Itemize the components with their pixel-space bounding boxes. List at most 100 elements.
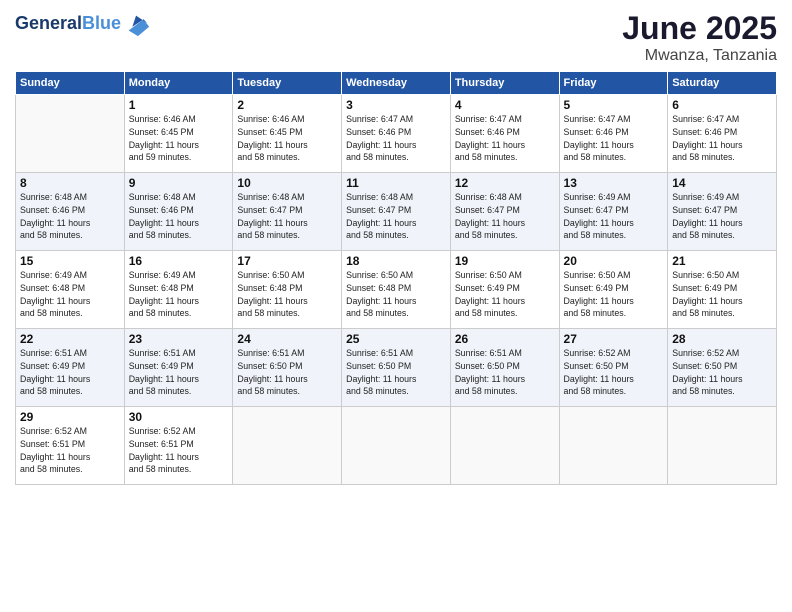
logo-text: GeneralBlue bbox=[15, 14, 121, 34]
table-row: 25 Sunrise: 6:51 AM Sunset: 6:50 PM Dayl… bbox=[342, 329, 451, 407]
day-info: Sunrise: 6:46 AM Sunset: 6:45 PM Dayligh… bbox=[129, 113, 229, 164]
table-row: 28 Sunrise: 6:52 AM Sunset: 6:50 PM Dayl… bbox=[668, 329, 777, 407]
day-number: 9 bbox=[129, 176, 229, 190]
table-row: 4 Sunrise: 6:47 AM Sunset: 6:46 PM Dayli… bbox=[450, 95, 559, 173]
table-row: 18 Sunrise: 6:50 AM Sunset: 6:48 PM Dayl… bbox=[342, 251, 451, 329]
calendar-week-row: 22 Sunrise: 6:51 AM Sunset: 6:49 PM Dayl… bbox=[16, 329, 777, 407]
table-row: 5 Sunrise: 6:47 AM Sunset: 6:46 PM Dayli… bbox=[559, 95, 668, 173]
day-info: Sunrise: 6:47 AM Sunset: 6:46 PM Dayligh… bbox=[346, 113, 446, 164]
table-row: 26 Sunrise: 6:51 AM Sunset: 6:50 PM Dayl… bbox=[450, 329, 559, 407]
table-row bbox=[342, 407, 451, 485]
day-number: 4 bbox=[455, 98, 555, 112]
day-info: Sunrise: 6:50 AM Sunset: 6:48 PM Dayligh… bbox=[237, 269, 337, 320]
table-row: 3 Sunrise: 6:47 AM Sunset: 6:46 PM Dayli… bbox=[342, 95, 451, 173]
table-row: 27 Sunrise: 6:52 AM Sunset: 6:50 PM Dayl… bbox=[559, 329, 668, 407]
col-sunday: Sunday bbox=[16, 72, 125, 95]
table-row: 20 Sunrise: 6:50 AM Sunset: 6:49 PM Dayl… bbox=[559, 251, 668, 329]
table-row bbox=[668, 407, 777, 485]
day-number: 25 bbox=[346, 332, 446, 346]
table-row bbox=[233, 407, 342, 485]
day-number: 5 bbox=[564, 98, 664, 112]
day-info: Sunrise: 6:49 AM Sunset: 6:48 PM Dayligh… bbox=[20, 269, 120, 320]
calendar-table: Sunday Monday Tuesday Wednesday Thursday… bbox=[15, 71, 777, 485]
table-row: 23 Sunrise: 6:51 AM Sunset: 6:49 PM Dayl… bbox=[124, 329, 233, 407]
table-row: 24 Sunrise: 6:51 AM Sunset: 6:50 PM Dayl… bbox=[233, 329, 342, 407]
day-info: Sunrise: 6:50 AM Sunset: 6:49 PM Dayligh… bbox=[672, 269, 772, 320]
col-friday: Friday bbox=[559, 72, 668, 95]
calendar-header-row: Sunday Monday Tuesday Wednesday Thursday… bbox=[16, 72, 777, 95]
day-info: Sunrise: 6:50 AM Sunset: 6:48 PM Dayligh… bbox=[346, 269, 446, 320]
day-info: Sunrise: 6:47 AM Sunset: 6:46 PM Dayligh… bbox=[455, 113, 555, 164]
table-row: 8 Sunrise: 6:48 AM Sunset: 6:46 PM Dayli… bbox=[16, 173, 125, 251]
day-number: 28 bbox=[672, 332, 772, 346]
table-row: 14 Sunrise: 6:49 AM Sunset: 6:47 PM Dayl… bbox=[668, 173, 777, 251]
day-info: Sunrise: 6:48 AM Sunset: 6:47 PM Dayligh… bbox=[237, 191, 337, 242]
col-saturday: Saturday bbox=[668, 72, 777, 95]
day-number: 10 bbox=[237, 176, 337, 190]
col-tuesday: Tuesday bbox=[233, 72, 342, 95]
col-thursday: Thursday bbox=[450, 72, 559, 95]
day-number: 17 bbox=[237, 254, 337, 268]
table-row bbox=[450, 407, 559, 485]
header: GeneralBlue June 2025 Mwanza, Tanzania bbox=[15, 10, 777, 65]
table-row: 30 Sunrise: 6:52 AM Sunset: 6:51 PM Dayl… bbox=[124, 407, 233, 485]
table-row: 6 Sunrise: 6:47 AM Sunset: 6:46 PM Dayli… bbox=[668, 95, 777, 173]
calendar-subtitle: Mwanza, Tanzania bbox=[622, 47, 777, 65]
table-row: 11 Sunrise: 6:48 AM Sunset: 6:47 PM Dayl… bbox=[342, 173, 451, 251]
col-wednesday: Wednesday bbox=[342, 72, 451, 95]
day-number: 23 bbox=[129, 332, 229, 346]
calendar-week-row: 8 Sunrise: 6:48 AM Sunset: 6:46 PM Dayli… bbox=[16, 173, 777, 251]
day-number: 12 bbox=[455, 176, 555, 190]
day-info: Sunrise: 6:51 AM Sunset: 6:49 PM Dayligh… bbox=[129, 347, 229, 398]
day-number: 3 bbox=[346, 98, 446, 112]
table-row: 1 Sunrise: 6:46 AM Sunset: 6:45 PM Dayli… bbox=[124, 95, 233, 173]
day-info: Sunrise: 6:52 AM Sunset: 6:50 PM Dayligh… bbox=[564, 347, 664, 398]
day-number: 29 bbox=[20, 410, 120, 424]
table-row: 29 Sunrise: 6:52 AM Sunset: 6:51 PM Dayl… bbox=[16, 407, 125, 485]
day-number: 21 bbox=[672, 254, 772, 268]
day-info: Sunrise: 6:48 AM Sunset: 6:46 PM Dayligh… bbox=[20, 191, 120, 242]
day-number: 24 bbox=[237, 332, 337, 346]
day-number: 15 bbox=[20, 254, 120, 268]
table-row: 16 Sunrise: 6:49 AM Sunset: 6:48 PM Dayl… bbox=[124, 251, 233, 329]
day-number: 8 bbox=[20, 176, 120, 190]
page: GeneralBlue June 2025 Mwanza, Tanzania S… bbox=[0, 0, 792, 612]
day-info: Sunrise: 6:49 AM Sunset: 6:47 PM Dayligh… bbox=[672, 191, 772, 242]
calendar-week-row: 15 Sunrise: 6:49 AM Sunset: 6:48 PM Dayl… bbox=[16, 251, 777, 329]
day-number: 14 bbox=[672, 176, 772, 190]
table-row: 12 Sunrise: 6:48 AM Sunset: 6:47 PM Dayl… bbox=[450, 173, 559, 251]
table-row: 19 Sunrise: 6:50 AM Sunset: 6:49 PM Dayl… bbox=[450, 251, 559, 329]
calendar-week-row: 1 Sunrise: 6:46 AM Sunset: 6:45 PM Dayli… bbox=[16, 95, 777, 173]
day-number: 2 bbox=[237, 98, 337, 112]
table-row: 17 Sunrise: 6:50 AM Sunset: 6:48 PM Dayl… bbox=[233, 251, 342, 329]
day-info: Sunrise: 6:51 AM Sunset: 6:50 PM Dayligh… bbox=[237, 347, 337, 398]
day-number: 13 bbox=[564, 176, 664, 190]
day-number: 1 bbox=[129, 98, 229, 112]
day-info: Sunrise: 6:49 AM Sunset: 6:48 PM Dayligh… bbox=[129, 269, 229, 320]
day-number: 30 bbox=[129, 410, 229, 424]
day-info: Sunrise: 6:46 AM Sunset: 6:45 PM Dayligh… bbox=[237, 113, 337, 164]
table-row bbox=[559, 407, 668, 485]
day-info: Sunrise: 6:47 AM Sunset: 6:46 PM Dayligh… bbox=[564, 113, 664, 164]
day-info: Sunrise: 6:52 AM Sunset: 6:50 PM Dayligh… bbox=[672, 347, 772, 398]
col-monday: Monday bbox=[124, 72, 233, 95]
table-row: 2 Sunrise: 6:46 AM Sunset: 6:45 PM Dayli… bbox=[233, 95, 342, 173]
table-row: 21 Sunrise: 6:50 AM Sunset: 6:49 PM Dayl… bbox=[668, 251, 777, 329]
day-info: Sunrise: 6:50 AM Sunset: 6:49 PM Dayligh… bbox=[564, 269, 664, 320]
day-info: Sunrise: 6:50 AM Sunset: 6:49 PM Dayligh… bbox=[455, 269, 555, 320]
table-row: 22 Sunrise: 6:51 AM Sunset: 6:49 PM Dayl… bbox=[16, 329, 125, 407]
day-info: Sunrise: 6:48 AM Sunset: 6:47 PM Dayligh… bbox=[455, 191, 555, 242]
table-row: 13 Sunrise: 6:49 AM Sunset: 6:47 PM Dayl… bbox=[559, 173, 668, 251]
day-number: 27 bbox=[564, 332, 664, 346]
day-number: 26 bbox=[455, 332, 555, 346]
calendar-week-row: 29 Sunrise: 6:52 AM Sunset: 6:51 PM Dayl… bbox=[16, 407, 777, 485]
day-number: 18 bbox=[346, 254, 446, 268]
day-info: Sunrise: 6:51 AM Sunset: 6:50 PM Dayligh… bbox=[455, 347, 555, 398]
day-number: 6 bbox=[672, 98, 772, 112]
day-info: Sunrise: 6:48 AM Sunset: 6:46 PM Dayligh… bbox=[129, 191, 229, 242]
day-info: Sunrise: 6:51 AM Sunset: 6:50 PM Dayligh… bbox=[346, 347, 446, 398]
title-block: June 2025 Mwanza, Tanzania bbox=[622, 10, 777, 65]
day-info: Sunrise: 6:48 AM Sunset: 6:47 PM Dayligh… bbox=[346, 191, 446, 242]
day-info: Sunrise: 6:47 AM Sunset: 6:46 PM Dayligh… bbox=[672, 113, 772, 164]
day-number: 11 bbox=[346, 176, 446, 190]
